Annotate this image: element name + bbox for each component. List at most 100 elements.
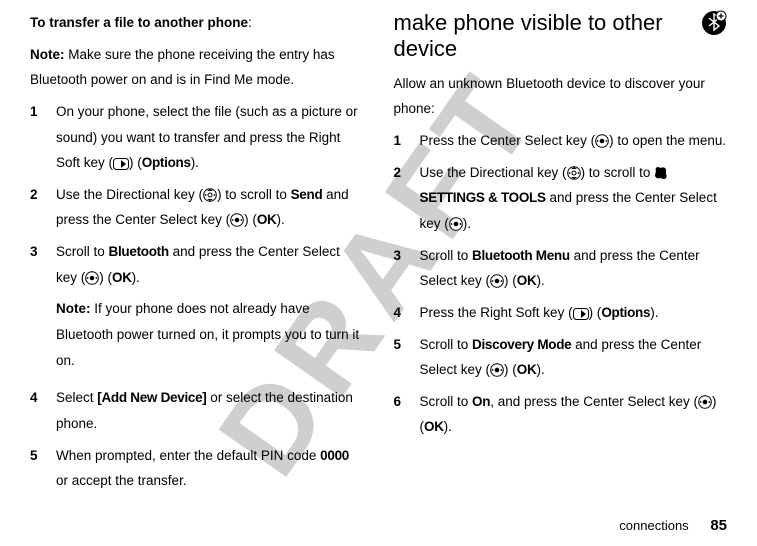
step-item: 4Select [Add New Device] or select the d… (30, 385, 364, 436)
step-text: Press the Right Soft key ( (420, 305, 573, 320)
step-text: ) to open the menu. (609, 133, 726, 148)
step-text: , and press the Center Select key ( (490, 394, 698, 409)
step-text: ) ( (129, 155, 142, 170)
step-text: ). (536, 362, 544, 377)
soft-right-key-icon (573, 308, 589, 320)
step-text: ). (463, 216, 471, 231)
step-item: 3Scroll to Bluetooth and press the Cente… (30, 239, 364, 379)
center-select-key-icon (449, 217, 463, 231)
step-text: ) ( (99, 270, 112, 285)
step-body: Use the Directional key () to scroll to … (420, 160, 728, 237)
step-number: 2 (394, 160, 420, 237)
step-item: 5When prompted, enter the default PIN co… (30, 443, 364, 494)
note-text: Make sure the phone receiving the entry … (30, 47, 335, 88)
center-select-key-icon (698, 395, 712, 409)
step-item: 1Press the Center Select key ( ) to open … (394, 128, 728, 154)
step-text: Scroll to (56, 244, 109, 259)
step-text: ) ( (244, 212, 257, 227)
right-intro: Allow an unknown Bluetooth device to dis… (394, 71, 728, 122)
step-text: ). (536, 273, 544, 288)
step-text: When prompted, enter the default PIN cod… (56, 448, 320, 463)
step-item: 4Press the Right Soft key ( ) (Options). (394, 300, 728, 326)
step-body: Scroll to Bluetooth and press the Center… (56, 239, 364, 379)
step-ui-label: OK (517, 273, 537, 288)
step-text: Use the Directional key ( (420, 165, 567, 180)
step-number: 3 (394, 243, 420, 294)
step-text: ) to scroll to (217, 187, 291, 202)
note-text: If your phone does not already have Blue… (56, 301, 359, 367)
step-text: ). (650, 305, 658, 320)
left-intro-bold: To transfer a file to another phone (30, 15, 248, 30)
step-ui-label: 0000 (320, 448, 349, 463)
step-ui-label: OK (257, 212, 277, 227)
left-column: To transfer a file to another phone: Not… (30, 10, 364, 500)
right-steps: 1Press the Center Select key ( ) to open … (394, 128, 728, 440)
step-text: Scroll to (420, 337, 473, 352)
step-body: Press the Center Select key ( ) to open t… (420, 128, 728, 154)
step-body: On your phone, select the file (such as … (56, 99, 364, 176)
left-steps: 1On your phone, select the file (such as… (30, 99, 364, 494)
soft-right-key-icon (113, 158, 129, 170)
step-body: Scroll to Discovery Mode and press the C… (420, 332, 728, 383)
step-ui-label: OK (112, 270, 132, 285)
step-ui-label: OK (517, 362, 537, 377)
right-column: make phone visible to other device Allow… (394, 10, 728, 500)
step-number: 6 (394, 389, 420, 440)
step-number: 2 (30, 182, 56, 233)
step-text: ) to scroll to (581, 165, 655, 180)
step-ui-label: On (472, 394, 490, 409)
step-item: 6Scroll to On, and press the Center Sele… (394, 389, 728, 440)
step-text: ) ( (504, 273, 517, 288)
settings-tools-icon (654, 166, 668, 180)
footer-section: connections (619, 518, 688, 533)
step-body: Scroll to On, and press the Center Selec… (420, 389, 728, 440)
step-item: 3Scroll to Bluetooth Menu and press the … (394, 243, 728, 294)
step-text: ). (132, 270, 140, 285)
step-ui-label: Bluetooth Menu (472, 248, 570, 263)
step-number: 4 (30, 385, 56, 436)
step-ui-label: OK (424, 419, 444, 434)
step-text: ) ( (504, 362, 517, 377)
step-note: Note: If your phone does not already hav… (56, 296, 364, 373)
left-intro: To transfer a file to another phone: (30, 10, 364, 36)
left-note: Note: Make sure the phone receiving the … (30, 42, 364, 93)
step-text: ). (444, 419, 452, 434)
step-text: On your phone, select the file (such as … (56, 104, 358, 170)
step-ui-label: SETTINGS & TOOLS (420, 190, 546, 205)
step-body: Scroll to Bluetooth Menu and press the C… (420, 243, 728, 294)
footer-page-number: 85 (710, 517, 727, 534)
step-text: Use the Directional key ( (56, 187, 203, 202)
step-text: Scroll to (420, 394, 473, 409)
step-ui-label: Discovery Mode (472, 337, 571, 352)
step-number: 5 (394, 332, 420, 383)
step-text: or accept the transfer. (56, 473, 187, 488)
page-content: To transfer a file to another phone: Not… (0, 0, 757, 500)
center-select-key-icon (230, 213, 244, 227)
center-select-key-icon (490, 274, 504, 288)
directional-key-icon (203, 188, 217, 202)
right-heading: make phone visible to other device (394, 10, 728, 63)
step-number: 5 (30, 443, 56, 494)
step-body: Use the Directional key () to scroll to … (56, 182, 364, 233)
step-text: ). (276, 212, 284, 227)
step-body: Press the Right Soft key ( ) (Options). (420, 300, 728, 326)
step-ui-label: Bluetooth (109, 244, 169, 259)
step-number: 4 (394, 300, 420, 326)
step-number: 1 (394, 128, 420, 154)
step-text: ). (191, 155, 199, 170)
step-text: ) ( (589, 305, 602, 320)
step-text: Press the Center Select key ( (420, 133, 596, 148)
center-select-key-icon (595, 134, 609, 148)
step-body: Select [Add New Device] or select the de… (56, 385, 364, 436)
page-footer: connections 85 (619, 517, 727, 534)
step-item: 2Use the Directional key ( ) to scroll to… (30, 182, 364, 233)
step-ui-label: Send (291, 187, 323, 202)
step-item: 1On your phone, select the file (such as… (30, 99, 364, 176)
step-ui-label: Options (142, 155, 191, 170)
left-intro-colon: : (248, 15, 252, 30)
directional-key-icon (567, 166, 581, 180)
step-ui-label: Options (601, 305, 650, 320)
step-text: Select (56, 390, 97, 405)
center-select-key-icon (85, 271, 99, 285)
step-item: 5Scroll to Discovery Mode and press the … (394, 332, 728, 383)
